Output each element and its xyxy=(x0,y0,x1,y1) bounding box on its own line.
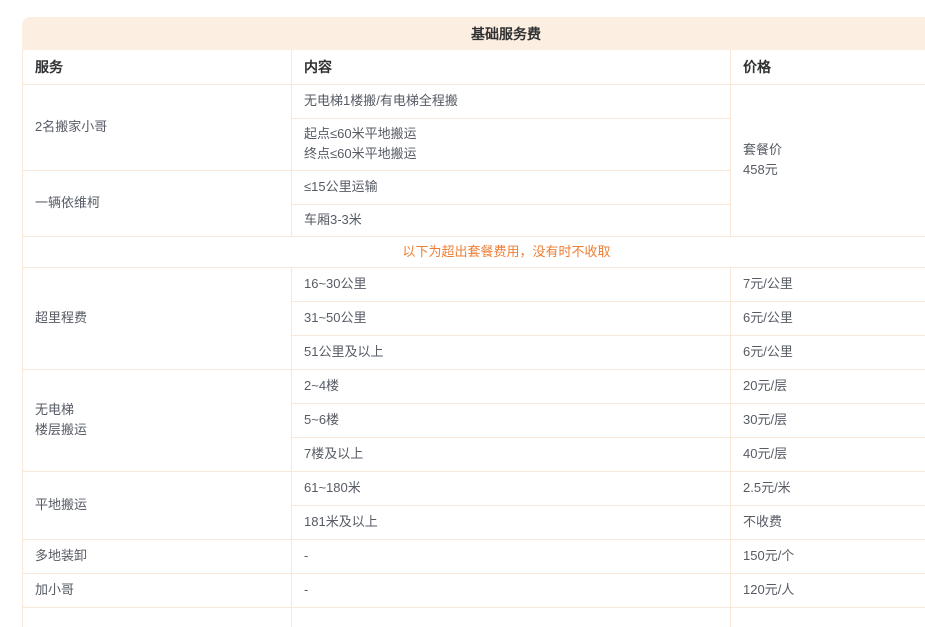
cell-service-stairs: 无电梯 楼层搬运 xyxy=(23,369,292,471)
cell-service-extraworker: 加小哥 xyxy=(23,573,292,607)
cell-content: 车厢3-3米 xyxy=(292,204,731,236)
cell-content: 5~6楼 xyxy=(292,403,731,437)
cell-package-price: 套餐价 458元 xyxy=(731,84,925,236)
cell-content: 16~30公里 xyxy=(292,267,731,301)
cell-content: ≤15公里运输 xyxy=(292,170,731,204)
cell-content: 51公里及以上 xyxy=(292,335,731,369)
cell-price: 20元/层 xyxy=(731,369,925,403)
cell-price: 6元/公里 xyxy=(731,335,925,369)
cell-price xyxy=(731,607,925,627)
cell-service-van: 一辆依维柯 xyxy=(23,170,292,236)
cell-service xyxy=(23,607,292,627)
table-row: 加小哥 - 120元/人 xyxy=(23,573,925,607)
pricing-table: 服务 内容 价格 2名搬家小哥 无电梯1楼搬/有电梯全程搬 套餐价 458元 xyxy=(22,50,925,627)
cell-content xyxy=(292,607,731,627)
service-line: 楼层搬运 xyxy=(35,420,279,440)
cell-price: 40元/层 xyxy=(731,437,925,471)
table-row: 平地搬运 61~180米 2.5元/米 xyxy=(23,471,925,505)
cell-content: - xyxy=(292,573,731,607)
cell-price: 不收费 xyxy=(731,505,925,539)
content-line: 终点≤60米平地搬运 xyxy=(304,144,718,164)
cell-price: 30元/层 xyxy=(731,403,925,437)
table-row: 2名搬家小哥 无电梯1楼搬/有电梯全程搬 套餐价 458元 xyxy=(23,84,925,118)
package-price-label: 套餐价 xyxy=(743,140,925,160)
col-header-service: 服务 xyxy=(23,50,292,84)
pricing-table-card: 基础服务费 服务 内容 价格 2名搬家小哥 无电梯1楼搬/有电梯全程搬 套餐价 xyxy=(22,17,925,627)
cell-service-mileage: 超里程费 xyxy=(23,267,292,369)
notice-text: 以下为超出套餐费用，没有时不收取 xyxy=(23,236,925,267)
col-header-price: 价格 xyxy=(731,50,925,84)
service-line: 无电梯 xyxy=(35,400,279,420)
table-title: 基础服务费 xyxy=(471,24,541,44)
table-title-bar: 基础服务费 xyxy=(22,17,925,50)
cell-content: 无电梯1楼搬/有电梯全程搬 xyxy=(292,84,731,118)
content-line: 起点≤60米平地搬运 xyxy=(304,124,718,144)
page: 基础服务费 服务 内容 价格 2名搬家小哥 无电梯1楼搬/有电梯全程搬 套餐价 xyxy=(0,0,925,627)
cell-price: 150元/个 xyxy=(731,539,925,573)
table-row-cutoff xyxy=(23,607,925,627)
cell-content: 61~180米 xyxy=(292,471,731,505)
table-row: 多地装卸 - 150元/个 xyxy=(23,539,925,573)
header-row: 服务 内容 价格 xyxy=(23,50,925,84)
cell-content: 31~50公里 xyxy=(292,301,731,335)
cell-content: 2~4楼 xyxy=(292,369,731,403)
cell-price: 6元/公里 xyxy=(731,301,925,335)
cell-price: 120元/人 xyxy=(731,573,925,607)
cell-service-multistop: 多地装卸 xyxy=(23,539,292,573)
table-row: 超里程费 16~30公里 7元/公里 xyxy=(23,267,925,301)
notice-row: 以下为超出套餐费用，没有时不收取 xyxy=(23,236,925,267)
cell-content: 181米及以上 xyxy=(292,505,731,539)
cell-content: 起点≤60米平地搬运 终点≤60米平地搬运 xyxy=(292,118,731,170)
table-row: 无电梯 楼层搬运 2~4楼 20元/层 xyxy=(23,369,925,403)
col-header-content: 内容 xyxy=(292,50,731,84)
cell-content: 7楼及以上 xyxy=(292,437,731,471)
cell-service-movers: 2名搬家小哥 xyxy=(23,84,292,170)
cell-service-flat: 平地搬运 xyxy=(23,471,292,539)
cell-price: 2.5元/米 xyxy=(731,471,925,505)
cell-price: 7元/公里 xyxy=(731,267,925,301)
package-price-value: 458元 xyxy=(743,160,925,180)
cell-content: - xyxy=(292,539,731,573)
